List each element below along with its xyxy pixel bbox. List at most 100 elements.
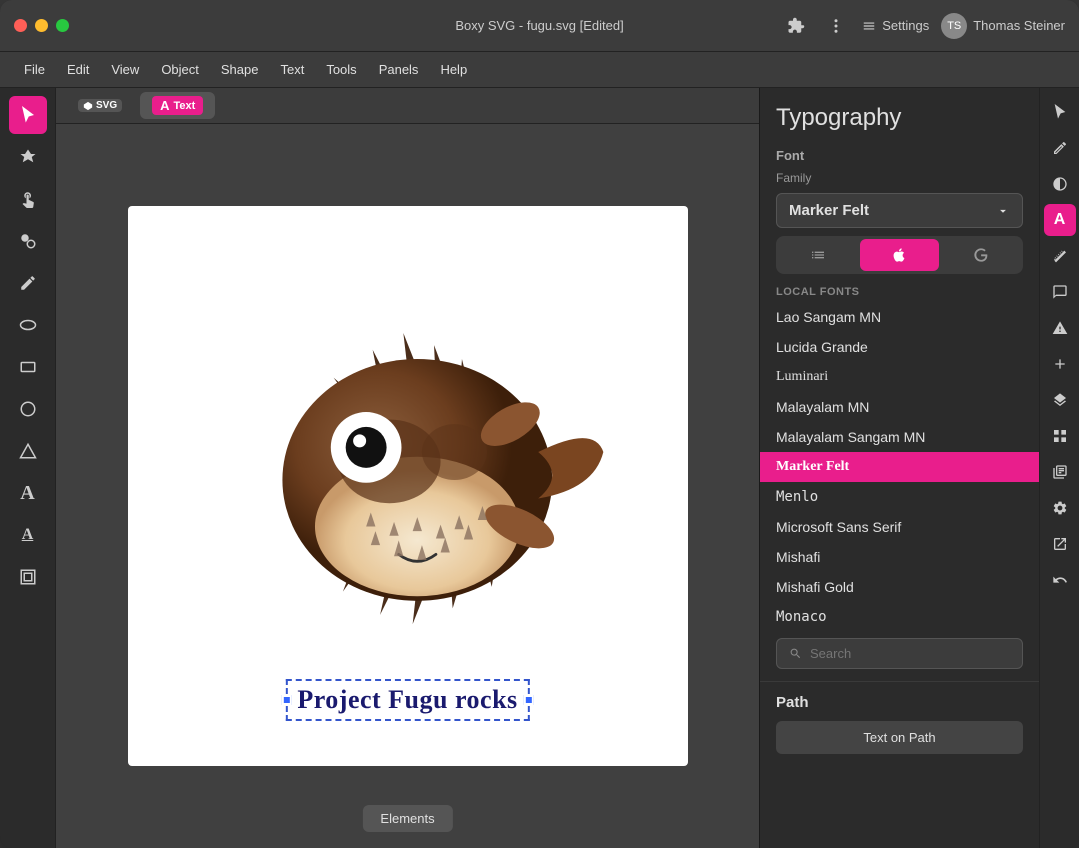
typography-title: Typography: [760, 88, 1039, 142]
selected-font-name: Marker Felt: [789, 202, 869, 219]
font-item-luminari[interactable]: Luminari: [760, 362, 1039, 392]
canvas-area: SVG A Text: [56, 88, 759, 848]
canvas-content[interactable]: Project Fugu rocks Elements: [56, 124, 759, 848]
titlebar-right: Settings TS Thomas Steiner: [782, 12, 1065, 40]
menu-object[interactable]: Object: [151, 58, 209, 81]
menu-view[interactable]: View: [101, 58, 149, 81]
text-badge: A Text: [152, 96, 203, 115]
font-item-marker-felt[interactable]: Marker Felt: [760, 452, 1039, 482]
font-item-mishafi[interactable]: Mishafi: [760, 542, 1039, 572]
app-window: Boxy SVG - fugu.svg [Edited] Settings TS…: [0, 0, 1079, 848]
font-source-list-tab[interactable]: [779, 239, 857, 271]
canvas-white: Project Fugu rocks: [128, 206, 688, 766]
library-icon[interactable]: [1044, 456, 1076, 488]
close-button[interactable]: [14, 19, 27, 32]
menu-panels[interactable]: Panels: [369, 58, 429, 81]
menu-edit[interactable]: Edit: [57, 58, 99, 81]
local-fonts-label: LOCAL FONTS: [760, 278, 1039, 302]
node-edit-tool-button[interactable]: [9, 138, 47, 176]
contrast-icon[interactable]: [1044, 168, 1076, 200]
svg-badge: SVG: [78, 99, 122, 112]
more-options-icon[interactable]: [822, 12, 850, 40]
ellipse-tool-button[interactable]: [9, 306, 47, 344]
family-label: Family: [760, 167, 1039, 189]
titlebar: Boxy SVG - fugu.svg [Edited] Settings TS…: [0, 0, 1079, 52]
font-item-mishafi-gold[interactable]: Mishafi Gold: [760, 572, 1039, 602]
eyedropper-tool-button[interactable]: [9, 222, 47, 260]
canvas-tabs: SVG A Text: [56, 88, 759, 124]
warning-icon[interactable]: [1044, 312, 1076, 344]
traffic-lights: [14, 19, 69, 32]
text-small-tool-button[interactable]: A: [9, 516, 47, 554]
svg-tab[interactable]: SVG: [66, 95, 134, 116]
font-item-malayalam-sangam[interactable]: Malayalam Sangam MN: [760, 422, 1039, 452]
menu-text[interactable]: Text: [270, 58, 314, 81]
puzzle-icon[interactable]: [782, 12, 810, 40]
font-list: Lao Sangam MN Lucida Grande Luminari Mal…: [760, 302, 1039, 632]
pan-tool-button[interactable]: [9, 180, 47, 218]
menu-tools[interactable]: Tools: [316, 58, 366, 81]
font-item-lucida[interactable]: Lucida Grande: [760, 332, 1039, 362]
frame-tool-button[interactable]: [9, 558, 47, 596]
canvas-text-element[interactable]: Project Fugu rocks: [285, 679, 529, 721]
triangle-tool-button[interactable]: [9, 432, 47, 470]
menubar: File Edit View Object Shape Text Tools P…: [0, 52, 1079, 88]
font-item-monaco[interactable]: Monaco: [760, 602, 1039, 632]
text-on-path-button[interactable]: Text on Path: [776, 721, 1023, 754]
settings-button[interactable]: Settings: [862, 18, 929, 33]
apple-icon: [891, 247, 907, 263]
layers-icon[interactable]: [1044, 384, 1076, 416]
font-item-microsoft[interactable]: Microsoft Sans Serif: [760, 512, 1039, 542]
search-input[interactable]: [810, 646, 1010, 661]
pencil-icon[interactable]: [1044, 132, 1076, 164]
right-icon-bar: A: [1039, 88, 1079, 848]
panel-content: Typography Font Family Marker Felt: [760, 88, 1039, 848]
search-icon: [789, 647, 802, 660]
plus-icon[interactable]: [1044, 348, 1076, 380]
text-tool-button[interactable]: A: [9, 474, 47, 512]
text-tab[interactable]: A Text: [140, 92, 215, 119]
main-area: A A SVG A Text: [0, 88, 1079, 848]
path-section: Path Text on Path: [760, 681, 1039, 760]
font-search-box: [776, 638, 1023, 669]
font-family-dropdown[interactable]: Marker Felt: [776, 193, 1023, 228]
ruler-icon[interactable]: [1044, 240, 1076, 272]
settings-label: Settings: [882, 18, 929, 33]
font-source-google-tab[interactable]: [942, 239, 1020, 271]
pen-tool-button[interactable]: [9, 264, 47, 302]
user-profile-button[interactable]: TS Thomas Steiner: [941, 13, 1065, 39]
menu-help[interactable]: Help: [430, 58, 477, 81]
left-toolbar: A A: [0, 88, 56, 848]
canvas-text-content: Project Fugu rocks: [297, 685, 517, 714]
path-title: Path: [776, 694, 1023, 711]
minimize-button[interactable]: [35, 19, 48, 32]
font-source-tabs: [776, 236, 1023, 274]
select-tool-button[interactable]: [9, 96, 47, 134]
text-handle-right[interactable]: [524, 695, 534, 705]
list-icon: [810, 247, 826, 263]
font-source-apple-tab[interactable]: [860, 239, 938, 271]
export-icon[interactable]: [1044, 528, 1076, 560]
chevron-down-icon: [996, 204, 1010, 218]
menu-shape[interactable]: Shape: [211, 58, 269, 81]
text-handle-left[interactable]: [281, 695, 291, 705]
maximize-button[interactable]: [56, 19, 69, 32]
comment-icon[interactable]: [1044, 276, 1076, 308]
gear-icon[interactable]: [1044, 492, 1076, 524]
font-section-label: Font: [760, 142, 1039, 167]
text-format-icon[interactable]: A: [1044, 204, 1076, 236]
user-name: Thomas Steiner: [973, 18, 1065, 33]
font-item-malayalam[interactable]: Malayalam MN: [760, 392, 1039, 422]
avatar: TS: [941, 13, 967, 39]
pointer-icon[interactable]: [1044, 96, 1076, 128]
rect-tool-button[interactable]: [9, 348, 47, 386]
right-panel: Typography Font Family Marker Felt: [759, 88, 1039, 848]
font-item-lao[interactable]: Lao Sangam MN: [760, 302, 1039, 332]
menu-file[interactable]: File: [14, 58, 55, 81]
undo-icon[interactable]: [1044, 564, 1076, 596]
circle-tool-button[interactable]: [9, 390, 47, 428]
font-item-menlo[interactable]: Menlo: [760, 482, 1039, 512]
elements-button[interactable]: Elements: [362, 805, 452, 832]
grid-icon[interactable]: [1044, 420, 1076, 452]
fish-svg: [198, 266, 618, 666]
